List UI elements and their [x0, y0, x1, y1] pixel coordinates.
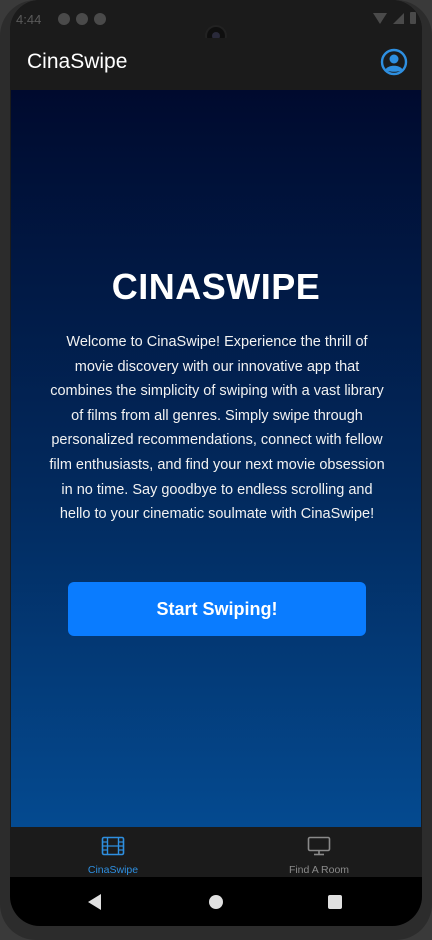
phone-frame: 4:44 CinaSwipe CINASWIPE Welcome to Cina…	[0, 0, 432, 940]
screen: 4:44 CinaSwipe CINASWIPE Welcome to Cina…	[10, 0, 422, 926]
bottom-tab-bar: CinaSwipe Find A Room	[10, 827, 422, 877]
hero-section: CINASWIPE Welcome to CinaSwipe! Experien…	[11, 90, 421, 827]
system-nav-bar	[10, 877, 422, 926]
status-time: 4:44	[16, 12, 42, 27]
monitor-icon	[307, 836, 331, 861]
sd-card-icon	[76, 13, 88, 25]
tab-find-a-room-label: Find A Room	[288, 864, 350, 876]
notification-icon	[58, 13, 70, 25]
sync-icon	[94, 13, 106, 25]
status-system-icons	[373, 12, 416, 24]
signal-icon	[393, 12, 404, 24]
battery-icon	[410, 12, 416, 24]
account-circle-icon[interactable]	[380, 48, 408, 76]
hero-title: CINASWIPE	[111, 266, 321, 307]
film-icon	[101, 836, 125, 861]
app-title: CinaSwipe	[27, 50, 128, 73]
wifi-icon	[373, 12, 387, 24]
status-notification-icons	[58, 13, 106, 25]
app-bar: CinaSwipe	[10, 38, 422, 90]
back-triangle-icon[interactable]	[88, 894, 101, 910]
start-swiping-button[interactable]: Start Swiping!	[68, 582, 366, 636]
tab-cinaswipe-label: CinaSwipe	[87, 864, 139, 876]
tab-cinaswipe[interactable]: CinaSwipe	[10, 827, 216, 877]
recents-square-icon[interactable]	[328, 895, 342, 909]
home-circle-icon[interactable]	[209, 895, 223, 909]
hero-description: Welcome to CinaSwipe! Experience the thr…	[49, 334, 385, 523]
tab-find-a-room[interactable]: Find A Room	[216, 827, 422, 877]
